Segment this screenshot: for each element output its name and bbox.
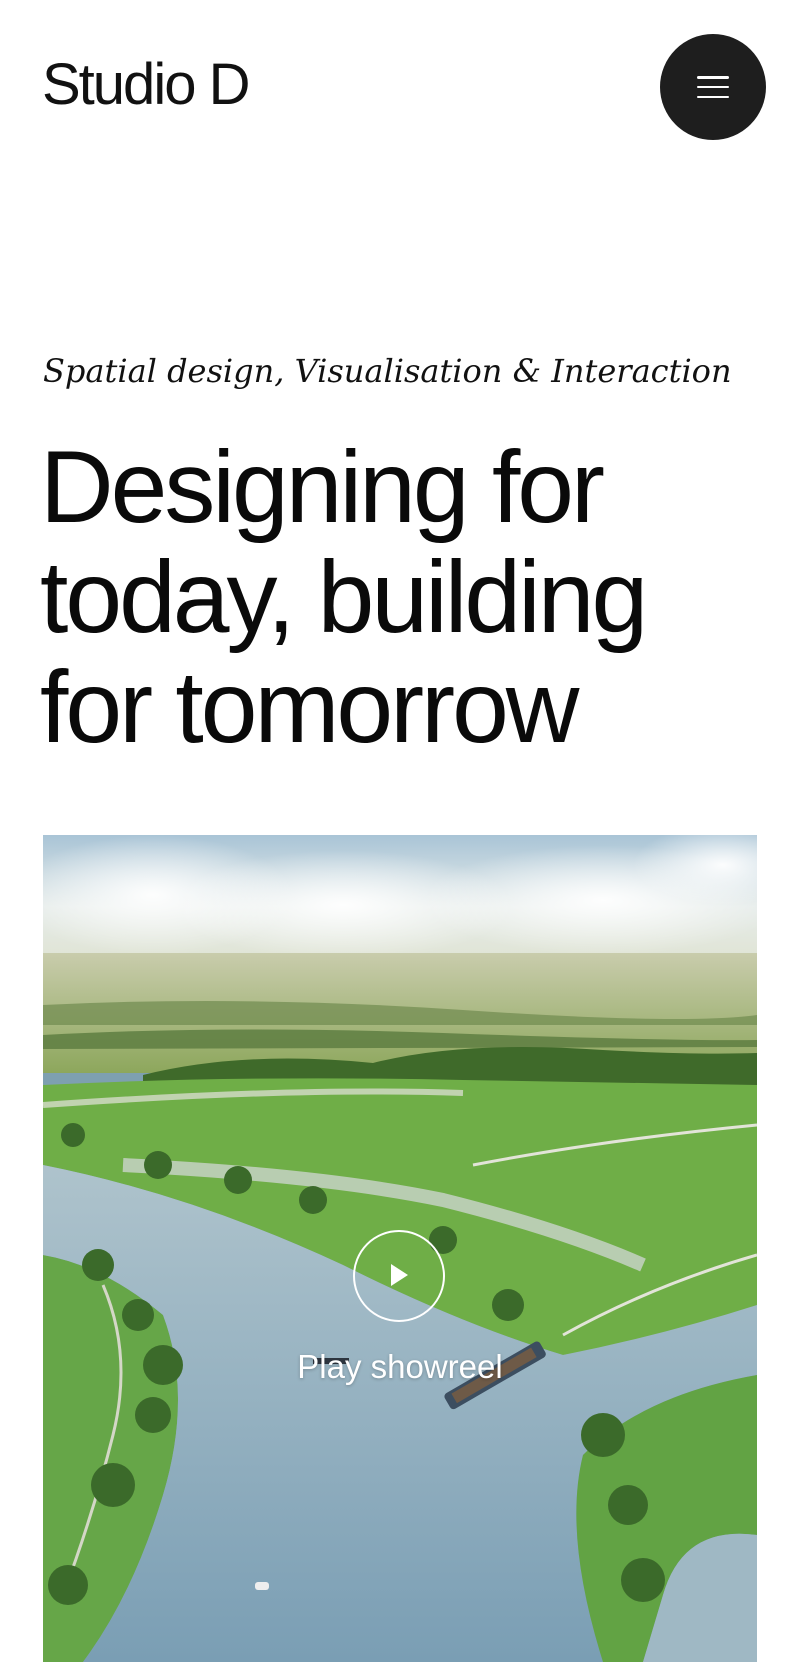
headline-line-3: for tomorrow [40,650,579,764]
studio-logo[interactable]: Studio D [42,56,250,114]
headline-line-1: Designing for [40,430,605,544]
showreel-hero-image[interactable]: Play showreel [43,835,757,1662]
headline-line-2: today, building [40,540,648,654]
play-showreel-label[interactable]: Play showreel [43,1348,757,1386]
play-icon [391,1264,408,1286]
play-showreel-button[interactable] [353,1230,445,1322]
hamburger-menu-icon [697,76,729,98]
site-header: Studio D [0,0,800,180]
tagline: Spatial design, Visualisation & Interact… [43,352,732,390]
menu-button[interactable] [660,34,766,140]
page-headline: Designing for today, building for tomorr… [40,432,760,762]
